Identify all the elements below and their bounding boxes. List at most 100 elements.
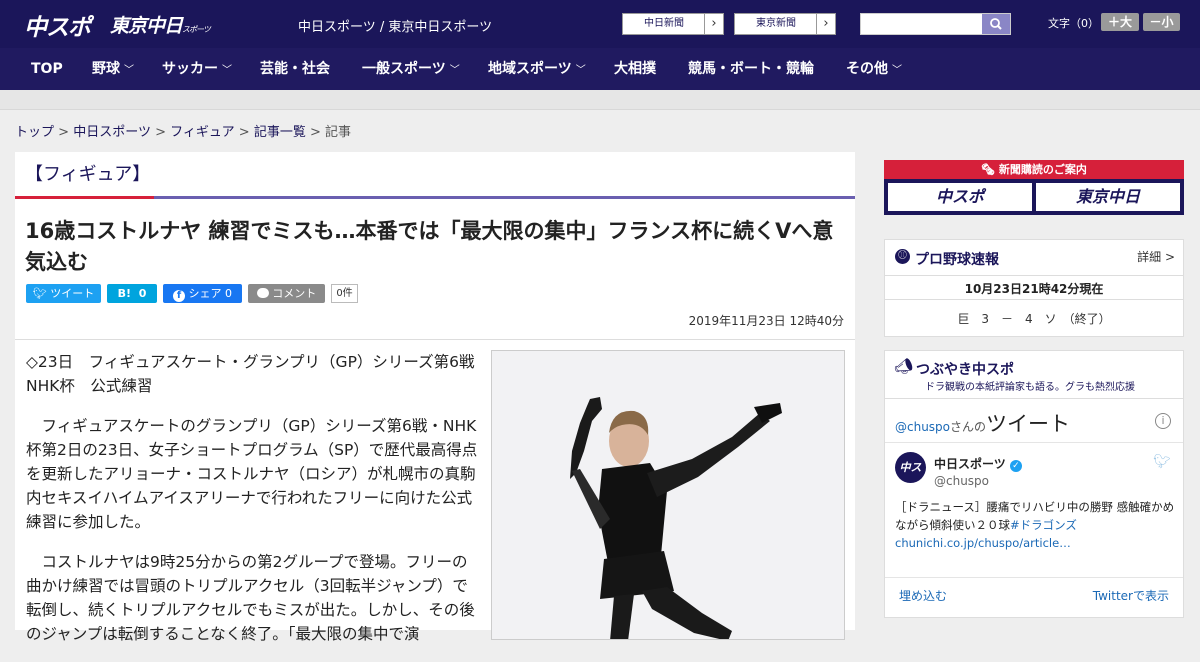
nav-sumo[interactable]: 大相撲 xyxy=(614,48,656,90)
main-nav: TOP 野球 ﹀ サッカー ﹀ 芸能・社会 一般スポーツ ﹀ 地域スポーツ ﹀ 大相撲 … xyxy=(0,48,1200,90)
nav-racing[interactable]: 競馬・ボート・競輪 xyxy=(688,48,814,90)
baseball-detail-link[interactable]: 詳細 > xyxy=(1137,248,1175,265)
nav-label: TOP xyxy=(31,61,63,77)
megaphone-icon: 📣︎ xyxy=(894,357,914,375)
comment-label: コメント xyxy=(272,287,317,300)
tokyo-chunichi-logo[interactable]: 東京中日スポーツ xyxy=(110,11,211,38)
breadcrumb-top[interactable]: トップ xyxy=(15,125,54,140)
chevron-down-icon: ﹀ xyxy=(575,65,586,76)
nav-local-sports[interactable]: 地域スポーツ ﹀ xyxy=(488,48,586,90)
tweet-link[interactable]: chunichi.co.jp/chuspo/article… xyxy=(895,536,1071,550)
comment-button[interactable]: コメント xyxy=(248,284,325,303)
tweet-hashtag[interactable]: #ドラゴンズ xyxy=(1010,518,1077,532)
account-handle[interactable]: @chuspo xyxy=(934,474,989,488)
twitter-bird-icon[interactable]: 🐦︎ xyxy=(1153,454,1171,470)
search-button[interactable] xyxy=(982,14,1010,34)
divider xyxy=(885,299,1183,300)
facebook-count: 0 xyxy=(225,287,232,300)
ad-band xyxy=(0,90,1200,110)
facebook-icon: f xyxy=(173,290,185,302)
breadcrumb-sep: > xyxy=(238,125,250,140)
breadcrumb-articles[interactable]: 記事一覧 xyxy=(254,125,306,140)
handle-link[interactable]: @chuspo xyxy=(895,420,950,434)
chunichi-shimbun-label: 中日新聞 xyxy=(644,18,684,29)
chuspo-logo[interactable]: 中スポ xyxy=(24,8,91,42)
baseball-time: 10月23日21時42分現在 xyxy=(964,282,1104,296)
search-box[interactable] xyxy=(860,13,1011,35)
nav-label: 一般スポーツ xyxy=(362,61,446,77)
category-title: 【フィギュア】 xyxy=(25,164,151,185)
article-headline: 16歳コストルナヤ 練習でミスも…本番では「最大限の集中」フランス杯に続くVへ意… xyxy=(25,219,834,274)
nav-top[interactable]: TOP xyxy=(31,48,63,90)
tweet-label: ツイート xyxy=(50,287,95,300)
nav-baseball[interactable]: 野球 ﹀ xyxy=(92,48,134,90)
subscribe-banner[interactable]: 🗞︎ 新聞購読のご案内 中スポ 東京中日 xyxy=(884,160,1184,215)
search-input[interactable] xyxy=(861,14,981,34)
tokyo-shimbun-label: 東京新聞 xyxy=(756,18,796,29)
baseball-scores-box: ⚾︎ プロ野球速報 詳細 > 10月23日21時42分現在 巨 3 － 4 ソ … xyxy=(884,239,1184,337)
hatena-count: 0 xyxy=(138,287,147,300)
newspaper-icon: 🗞︎ xyxy=(981,163,996,176)
embed-link[interactable]: 埋め込む xyxy=(899,587,947,604)
tokyo-shimbun-button[interactable]: 東京新聞 › xyxy=(734,13,836,35)
hatena-bookmark-button[interactable]: B! 0 xyxy=(107,284,157,303)
breadcrumb: トップ > 中日スポーツ > フィギュア > 記事一覧 > 記事 xyxy=(15,121,351,140)
breadcrumb-figure[interactable]: フィギュア xyxy=(170,125,234,140)
breadcrumb-sep: > xyxy=(309,125,321,140)
category-underline-accent xyxy=(15,196,154,199)
hatena-label: B! xyxy=(117,287,132,300)
nav-label: 野球 xyxy=(92,61,120,77)
chevron-down-icon: ﹀ xyxy=(449,65,460,76)
breadcrumb-current: 記事 xyxy=(325,125,352,140)
article-paragraph: ◇23日 フィギュアスケート・グランプリ（GP）シリーズ第6戦NHK杯 公式練習 xyxy=(26,353,475,395)
article-photo[interactable] xyxy=(491,350,845,640)
baseball-title: プロ野球速報 xyxy=(915,252,999,268)
facebook-label: シェア xyxy=(188,287,222,300)
account-name[interactable]: 中日スポーツ ✓ xyxy=(934,455,1022,472)
tokyo-logo-sub: スポーツ xyxy=(182,25,211,34)
chevron-down-icon: ﹀ xyxy=(124,65,134,76)
baseball-score[interactable]: 巨 3 － 4 ソ （終了） xyxy=(885,310,1183,327)
nav-label: 競馬・ボート・競輪 xyxy=(688,61,814,77)
nav-other[interactable]: その他 ﹀ xyxy=(846,48,902,90)
account-avatar[interactable]: 中ス xyxy=(895,452,926,483)
site-name: 中日スポーツ / 東京中日スポーツ xyxy=(298,20,493,35)
divider xyxy=(885,275,1183,276)
breadcrumb-chuspo[interactable]: 中日スポーツ xyxy=(73,125,151,140)
nav-entertainment[interactable]: 芸能・社会 xyxy=(260,48,330,90)
chevron-right-icon: › xyxy=(704,14,723,34)
tweets-title: つぶやき中スポ xyxy=(916,362,1014,378)
article-container: 【フィギュア】 16歳コストルナヤ 練習でミスも…本番では「最大限の集中」フラン… xyxy=(15,152,855,643)
category-underline xyxy=(15,196,855,199)
divider xyxy=(885,442,1183,443)
tokyo-logo-text: 東京中日 xyxy=(110,15,183,37)
nav-label: 大相撲 xyxy=(614,61,656,77)
facebook-share-button[interactable]: f シェア 0 xyxy=(163,284,242,303)
twitter-bird-icon: 🐦︎ xyxy=(32,287,47,300)
view-on-twitter-link[interactable]: Twitterで表示 xyxy=(1093,587,1169,604)
article-paragraph: フィギュアスケートのグランプリ（GP）シリーズ第6戦・NHK杯第2日の23日、女… xyxy=(26,417,478,531)
font-larger-button[interactable]: ＋大 xyxy=(1101,13,1139,31)
chevron-down-icon: ﹀ xyxy=(222,65,232,76)
info-icon[interactable]: i xyxy=(1155,413,1171,429)
divider xyxy=(885,577,1183,578)
subscribe-tokyo-button[interactable]: 東京中日 xyxy=(1036,183,1180,211)
chunichi-shimbun-button[interactable]: 中日新聞 › xyxy=(622,13,724,35)
twitter-widget: 📣︎ つぶやき中スポ ドラ観戦の本紙評論家も語る。グラも熱烈応援 @chuspo… xyxy=(884,350,1184,618)
divider xyxy=(885,398,1183,399)
tweet-text: ［ドラニュース］腰痛でリハビリ中の勝野 感触確かめながら傾斜使い２０球#ドラゴン… xyxy=(895,498,1175,552)
nav-soccer[interactable]: サッカー ﹀ xyxy=(162,48,232,90)
verified-badge-icon: ✓ xyxy=(1009,460,1022,472)
skater-photo-illustration xyxy=(492,351,844,639)
article-paragraph: コストルナヤは9時25分からの第2グループで登場。フリーの曲かけ練習では冒頭のト… xyxy=(26,553,475,643)
article-body: ◇23日 フィギュアスケート・グランプリ（GP）シリーズ第6戦NHK杯 公式練習… xyxy=(26,350,478,662)
handle-suffix: さんの xyxy=(950,420,987,434)
nav-general-sports[interactable]: 一般スポーツ ﹀ xyxy=(362,48,460,90)
tweet-button[interactable]: 🐦︎ ツイート xyxy=(26,284,101,303)
nav-label: サッカー xyxy=(162,61,218,77)
font-smaller-button[interactable]: －小 xyxy=(1143,13,1180,31)
subscribe-chuspo-button[interactable]: 中スポ xyxy=(888,183,1032,211)
comment-count[interactable]: 0件 xyxy=(331,284,358,303)
nav-label: その他 xyxy=(846,61,888,77)
search-icon xyxy=(990,18,1002,30)
